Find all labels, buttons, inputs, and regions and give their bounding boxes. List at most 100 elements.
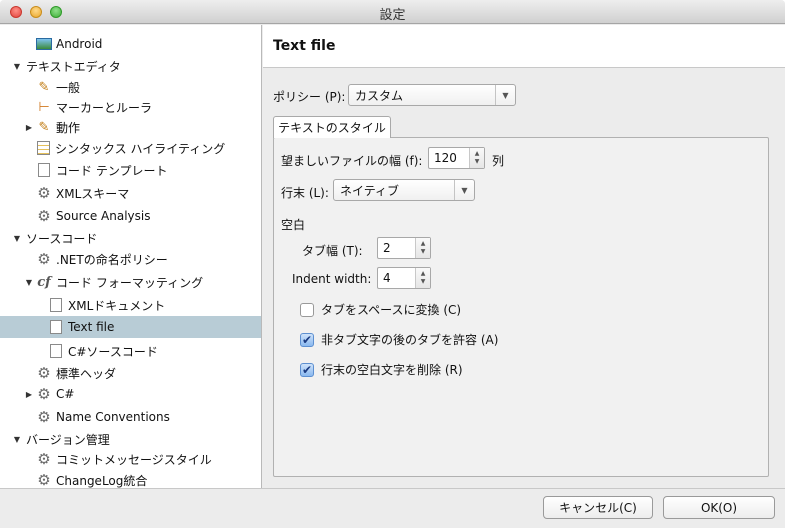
tree-item-behavior[interactable]: ▶ ✎ 動作 [0,116,261,138]
tree-item-markers[interactable]: ⊢ マーカーとルーラ [0,96,261,118]
tree-item-naming-policy[interactable]: ⚙ .NETの命名ポリシー [0,248,261,270]
checkbox-label: タブをスペースに変換 (C) [321,303,462,317]
tree-item-text-editor[interactable]: ▼ テキストエディタ [0,55,261,77]
expanded-arrow-icon[interactable]: ▼ [12,435,22,444]
policy-label: ポリシー (P): [273,90,346,104]
gear-icon: ⚙ [37,207,51,225]
eol-select[interactable]: ネイティブ ▼ [333,179,475,201]
gear-icon: ⚙ [37,364,51,382]
file-width-stepper[interactable]: 120 ▲ ▼ [428,147,485,169]
indent-width-value: 4 [383,271,391,285]
tree-item-label: ソースコード [26,231,98,246]
tree-item-text-file[interactable]: Text file [0,316,261,338]
android-icon [36,38,52,50]
tree-item-label: コード テンプレート [56,163,168,178]
tree-item-label: C# [56,387,75,401]
tree-item-xml-document[interactable]: XMLドキュメント [0,294,261,316]
tree-item-label: Android [56,37,103,51]
ok-button-label: OK(O) [700,500,738,515]
tree-item-label: コード フォーマッティング [56,275,204,290]
checkmark-icon[interactable]: ✔ [300,332,314,347]
settings-tree[interactable]: Android ▼ テキストエディタ ✎ 一般 ⊢ マーカーとルーラ ▶ ✎ 動… [0,25,262,488]
tree-item-android[interactable]: Android [0,33,261,55]
tree-item-label: Source Analysis [56,209,151,223]
gear-icon: ⚙ [37,471,51,488]
tab-text-style[interactable]: テキストのスタイル [273,116,391,138]
tree-item-csharp-source[interactable]: C#ソースコード [0,340,261,362]
stepper-arrows-icon[interactable]: ▲ ▼ [469,148,484,168]
pencil-icon: ✎ [38,79,50,95]
tree-item-label: テキストエディタ [26,59,121,74]
chevron-down-icon: ▼ [495,85,515,105]
gear-icon: ⚙ [37,250,51,268]
file-width-label: 望ましいファイルの幅 (f): [281,154,423,168]
tree-item-changelog[interactable]: ⚙ ChangeLog統合 [0,469,261,488]
tree-item-label: 動作 [56,120,81,135]
document-icon [50,344,62,358]
indent-width-label: Indent width: [292,272,372,286]
tree-item-code-formatting[interactable]: ▼ cf コード フォーマッティング [0,271,261,293]
tree-item-standard-header[interactable]: ⚙ 標準ヘッダ [0,362,261,384]
panel-header: Text file [263,25,785,68]
expanded-arrow-icon[interactable]: ▼ [24,278,34,287]
policy-select[interactable]: カスタム ▼ [348,84,516,106]
tree-item-syntax-highlighting[interactable]: シンタックス ハイライティング [0,137,261,159]
tree-item-label: Text file [68,320,115,334]
stepper-arrows-icon[interactable]: ▲ ▼ [415,238,430,258]
expanded-arrow-icon[interactable]: ▼ [12,234,22,243]
tree-item-code-templates[interactable]: コード テンプレート [0,159,261,181]
tab-width-value: 2 [383,241,391,255]
tree-item-label: バージョン管理 [26,432,110,447]
tree-item-label: コミットメッセージスタイル [56,452,212,467]
collapsed-arrow-icon[interactable]: ▶ [24,390,34,399]
tree-item-label: 標準ヘッダ [56,366,117,381]
eol-select-value: ネイティブ [340,183,400,198]
cancel-button[interactable]: キャンセル(C) [543,496,653,519]
gear-icon: ⚙ [37,184,51,202]
stepper-arrows-icon[interactable]: ▲ ▼ [415,268,430,288]
tree-item-label: XMLドキュメント [68,298,166,313]
checkbox-label: 行末の空白文字を削除 (R) [321,363,463,377]
checkmark-icon[interactable]: ✔ [300,362,314,377]
pencil-icon: ✎ [38,119,50,135]
tree-item-xml-schema[interactable]: ⚙ XMLスキーマ [0,182,261,204]
tree-item-label: .NETの命名ポリシー [56,252,168,267]
tab-label: テキストのスタイル [278,121,386,135]
tree-item-version-control[interactable]: ▼ バージョン管理 [0,428,261,450]
tree-item-commit-message-style[interactable]: ⚙ コミットメッセージスタイル [0,448,261,470]
gear-icon: ⚙ [37,385,51,403]
tree-item-label: 一般 [56,80,81,95]
collapsed-arrow-icon[interactable]: ▶ [24,123,34,132]
tree-item-source-analysis[interactable]: ⚙ Source Analysis [0,205,261,227]
tree-item-source-code[interactable]: ▼ ソースコード [0,227,261,249]
tree-item-name-conventions[interactable]: ⚙ Name Conventions [0,406,261,428]
document-icon [50,320,62,334]
dialog-footer: キャンセル(C) OK(O) [0,488,785,528]
file-width-value: 120 [434,151,457,165]
tree-item-csharp[interactable]: ▶ ⚙ C# [0,383,261,405]
checkbox-box[interactable] [300,302,314,317]
convert-tabs-checkbox[interactable]: タブをスペースに変換 (C) [300,301,461,318]
template-icon [38,163,50,177]
indent-width-stepper[interactable]: 4 ▲ ▼ [377,267,431,289]
document-icon [50,298,62,312]
allow-tabs-after-non-tabs-checkbox[interactable]: ✔ 非タブ文字の後のタブを許容 (A) [300,331,498,348]
tree-item-general[interactable]: ✎ 一般 [0,76,261,98]
tree-item-label: マーカーとルーラ [56,100,153,115]
file-width-unit: 列 [492,154,505,168]
title-bar: 設定 [0,0,785,24]
remove-trailing-whitespace-checkbox[interactable]: ✔ 行末の空白文字を削除 (R) [300,361,463,378]
expanded-arrow-icon[interactable]: ▼ [12,62,22,71]
whitespace-heading: 空白 [281,218,306,232]
tab-width-stepper[interactable]: 2 ▲ ▼ [377,237,431,259]
ok-button[interactable]: OK(O) [663,496,775,519]
panel-title: Text file [273,38,336,54]
tree-item-label: ChangeLog統合 [56,473,148,488]
tab-width-label: タブ幅 (T): [302,244,363,258]
tree-item-label: XMLスキーマ [56,186,130,201]
ruler-icon: ⊢ [38,99,50,115]
chevron-down-icon: ▼ [454,180,474,200]
tree-item-label: Name Conventions [56,410,170,424]
checkbox-label: 非タブ文字の後のタブを許容 (A) [321,333,499,347]
text-style-group: 望ましいファイルの幅 (f): 120 ▲ ▼ 列 行末 (L): ネイティブ ▼… [273,137,769,477]
